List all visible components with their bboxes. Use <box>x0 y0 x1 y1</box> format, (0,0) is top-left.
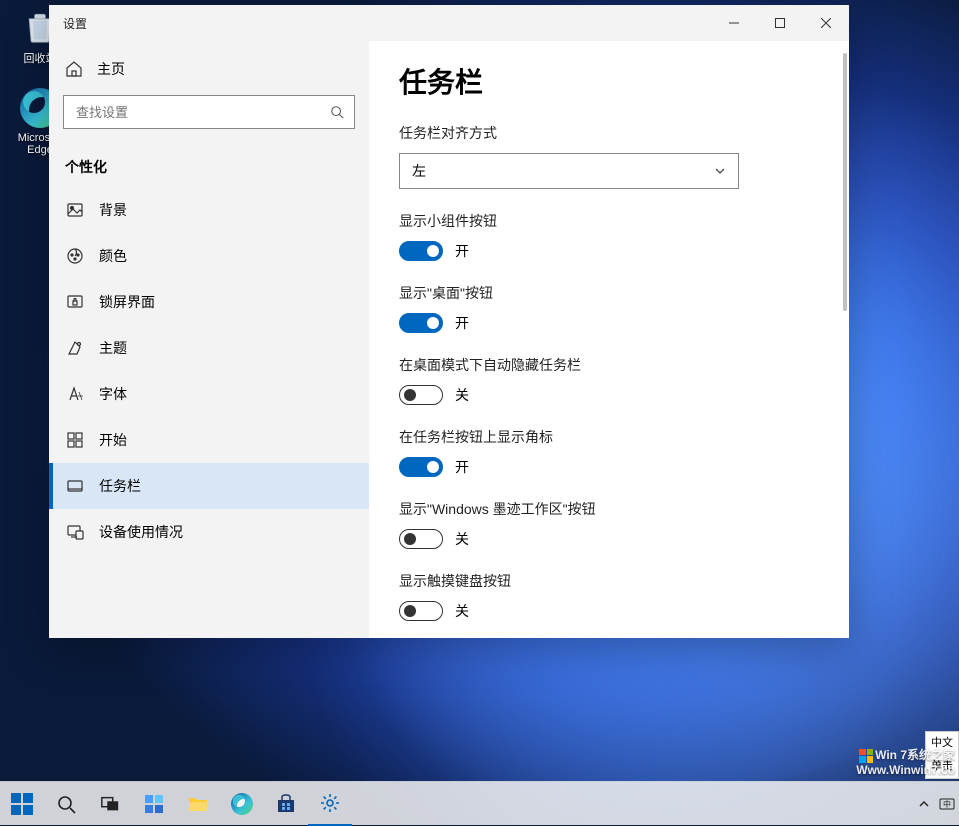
sidebar-item-lockscreen[interactable]: 锁屏界面 <box>49 279 369 325</box>
search-input[interactable] <box>63 95 355 129</box>
sidebar-item-label: 任务栏 <box>99 476 141 496</box>
edge-icon <box>231 793 253 815</box>
fonts-icon <box>65 385 85 403</box>
sidebar-home[interactable]: 主页 <box>49 49 369 89</box>
toggle-desktop-btn[interactable] <box>399 313 443 333</box>
settings-taskbar-button[interactable] <box>308 782 352 826</box>
sidebar-item-label: 设备使用情况 <box>99 522 183 542</box>
device-usage-icon <box>65 523 85 541</box>
windows-logo-icon <box>11 793 33 815</box>
toggle-state-touch-kbd: 关 <box>455 601 469 621</box>
toggle-state-autohide: 关 <box>455 385 469 405</box>
toggle-label-badges: 在任务栏按钮上显示角标 <box>399 427 819 447</box>
sidebar-item-label: 颜色 <box>99 246 127 266</box>
sidebar-item-fonts[interactable]: 字体 <box>49 371 369 417</box>
widgets-icon <box>143 793 165 815</box>
search-button[interactable] <box>319 95 355 129</box>
sidebar-item-label: 主题 <box>99 338 127 358</box>
close-button[interactable] <box>803 5 849 41</box>
folder-icon <box>187 793 209 815</box>
taskbar-search-button[interactable] <box>44 782 88 826</box>
sidebar-item-taskbar[interactable]: 任务栏 <box>49 463 369 509</box>
toggle-state-desktop-btn: 开 <box>455 313 469 333</box>
toggle-state-badges: 开 <box>455 457 469 477</box>
taskbar: 中 <box>0 781 959 825</box>
sidebar-item-label: 字体 <box>99 384 127 404</box>
toggle-touch-kbd[interactable] <box>399 601 443 621</box>
window-titlebar[interactable]: 设置 <box>49 5 849 41</box>
ime-line1: 中文 <box>928 736 956 751</box>
alignment-dropdown[interactable]: 左 <box>399 153 739 189</box>
search-icon <box>56 794 76 814</box>
ime-icon[interactable]: 中 <box>939 796 955 812</box>
maximize-button[interactable] <box>757 5 803 41</box>
toggle-widgets[interactable] <box>399 241 443 261</box>
scrollbar[interactable] <box>843 53 847 626</box>
page-title: 任务栏 <box>399 61 819 101</box>
start-icon <box>65 431 85 449</box>
taskbar-icon <box>65 477 85 495</box>
taskview-icon <box>100 794 120 814</box>
settings-window: 设置 主页 个性化 背景颜 <box>49 5 849 638</box>
sidebar-item-colors[interactable]: 颜色 <box>49 233 369 279</box>
alignment-label: 任务栏对齐方式 <box>399 123 819 143</box>
window-title: 设置 <box>49 15 87 32</box>
themes-icon <box>65 339 85 357</box>
ime-indicator[interactable]: 中文 单击 <box>925 731 959 779</box>
chevron-down-icon <box>714 165 726 177</box>
widgets-button[interactable] <box>132 782 176 826</box>
home-icon <box>65 60 85 78</box>
sidebar-item-label: 锁屏界面 <box>99 292 155 312</box>
ime-line2: 单击 <box>928 755 956 774</box>
sidebar-item-themes[interactable]: 主题 <box>49 325 369 371</box>
search-box <box>63 95 355 129</box>
sidebar-section-header: 个性化 <box>49 143 369 187</box>
sidebar-item-background[interactable]: 背景 <box>49 187 369 233</box>
toggle-state-ink: 关 <box>455 529 469 549</box>
sidebar-item-label: 开始 <box>99 430 127 450</box>
store-icon <box>275 793 297 815</box>
lockscreen-icon <box>65 293 85 311</box>
sidebar-item-label: 背景 <box>99 200 127 220</box>
toggle-label-widgets: 显示小组件按钮 <box>399 211 819 231</box>
store-button[interactable] <box>264 782 308 826</box>
content-pane: 任务栏 任务栏对齐方式 左 显示小组件按钮 开 显示"桌面"按钮 开 在桌面模式… <box>369 41 849 638</box>
gear-icon <box>319 792 341 814</box>
sidebar-item-device-usage[interactable]: 设备使用情况 <box>49 509 369 555</box>
sidebar-home-label: 主页 <box>97 59 125 79</box>
toggle-autohide[interactable] <box>399 385 443 405</box>
sidebar-item-start[interactable]: 开始 <box>49 417 369 463</box>
start-button[interactable] <box>0 782 44 826</box>
toggle-label-ink: 显示"Windows 墨迹工作区"按钮 <box>399 499 819 519</box>
toggle-label-touch-kbd: 显示触摸键盘按钮 <box>399 571 819 591</box>
toggle-label-desktop-btn: 显示"桌面"按钮 <box>399 283 819 303</box>
toggle-badges[interactable] <box>399 457 443 477</box>
toggle-ink[interactable] <box>399 529 443 549</box>
minimize-button[interactable] <box>711 5 757 41</box>
alignment-value: 左 <box>412 161 426 181</box>
sidebar: 主页 个性化 背景颜色锁屏界面主题字体开始任务栏设备使用情况 <box>49 41 369 638</box>
alignment-dropdown-button[interactable]: 左 <box>399 153 739 189</box>
chevron-up-icon[interactable] <box>917 797 931 811</box>
toggle-label-autohide: 在桌面模式下自动隐藏任务栏 <box>399 355 819 375</box>
background-icon <box>65 201 85 219</box>
file-explorer-button[interactable] <box>176 782 220 826</box>
toggle-state-widgets: 开 <box>455 241 469 261</box>
colors-icon <box>65 247 85 265</box>
edge-taskbar-button[interactable] <box>220 782 264 826</box>
scrollbar-thumb[interactable] <box>843 53 847 311</box>
taskview-button[interactable] <box>88 782 132 826</box>
svg-text:中: 中 <box>943 799 951 809</box>
